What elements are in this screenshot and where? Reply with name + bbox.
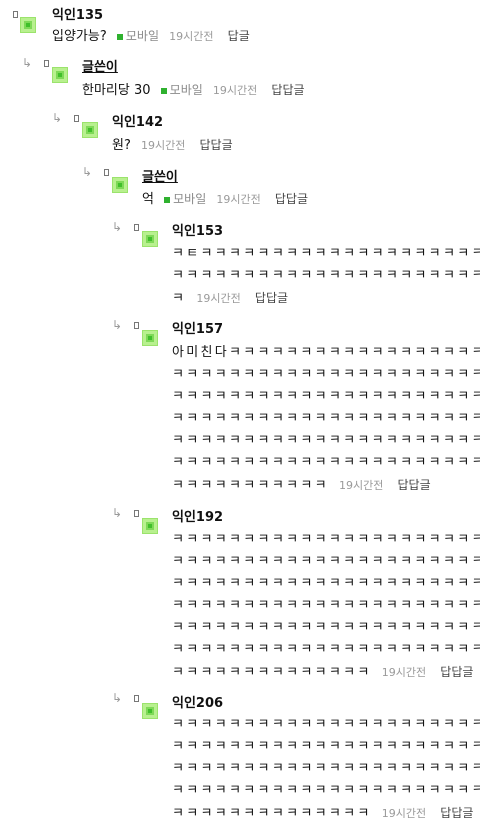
- reply-arrow-icon: ↳: [52, 111, 63, 125]
- comment-time: 19시간전: [212, 84, 258, 97]
- mobile-indicator-icon: [116, 33, 123, 40]
- mobile-label: 모바일: [125, 29, 160, 43]
- avatar: [142, 703, 158, 719]
- reply-button[interactable]: 답답글: [200, 138, 233, 152]
- comment-time: 19시간전: [216, 193, 261, 206]
- reply-button[interactable]: 답글: [228, 29, 250, 43]
- reply-button[interactable]: 답답글: [398, 478, 431, 492]
- comment-text: 한마리당 30: [82, 83, 151, 98]
- comment-text-line: ㅋㅋㅋㅋㅋㅋㅋㅋㅋㅋㅋㅋㅋㅋㅋㅋㅋㅋㅋㅋㅋㅋ: [172, 761, 480, 776]
- comment-body: ㅋㅌㅋㅋㅋㅋㅋㅋㅋㅋㅋㅋㅋㅋㅋㅋㅋㅋㅋㅋㅋㅋ ㅋㅋㅋㅋㅋㅋㅋㅋㅋㅋㅋㅋㅋㅋㅋㅋㅋ…: [172, 243, 480, 309]
- comment-time: 19시간전: [339, 479, 384, 492]
- report-checkbox[interactable]: [134, 510, 139, 517]
- comment-text-line: ㅋㅋㅋㅋㅋㅋㅋㅋㅋㅋㅋㅋㅋㅋㅋㅋㅋㅋㅋㅋㅋㅋ: [172, 268, 480, 283]
- comment-time: 19시간전: [196, 292, 241, 305]
- reply-button[interactable]: 답답글: [440, 665, 473, 679]
- comment-body: ㅋㅋㅋㅋㅋㅋㅋㅋㅋㅋㅋㅋㅋㅋㅋㅋㅋㅋㅋㅋㅋㅋ ㅋㅋㅋㅋㅋㅋㅋㅋㅋㅋㅋㅋㅋㅋㅋㅋㅋ…: [172, 529, 480, 683]
- comment-text-line: ㅋㅋㅋㅋㅋㅋㅋㅋㅋㅋㅋㅋㅋㅋㅋㅋㅋㅋㅋㅋㅋㅋ: [172, 642, 480, 657]
- comment-text: 입양가능?: [52, 29, 107, 44]
- comment-text-line: ㅋ: [172, 291, 187, 306]
- comment-nickname[interactable]: 글쓴이: [142, 170, 178, 186]
- comment-text-line: ㅋㅋㅋㅋㅋㅋㅋㅋㅋㅋㅋㅋㅋㅋㅋㅋㅋㅋㅋㅋㅋㅋ: [172, 389, 480, 404]
- comment-nickname[interactable]: 익인192: [172, 510, 223, 526]
- comment-nickname[interactable]: 글쓴이: [82, 60, 118, 76]
- reply-button[interactable]: 답답글: [440, 806, 473, 820]
- reply-arrow-icon: ↳: [112, 691, 123, 705]
- comment-body: 아미친다ㅋㅋㅋㅋㅋㅋㅋㅋㅋㅋㅋㅋㅋㅋㅋㅋㅋㅋ ㅋㅋㅋㅋㅋㅋㅋㅋㅋㅋㅋㅋㅋㅋㅋㅋㅋ…: [172, 342, 480, 496]
- comment-nickname[interactable]: 익인142: [112, 115, 163, 131]
- comment-text: 억: [142, 192, 154, 207]
- mobile-indicator-icon: [160, 87, 167, 94]
- avatar: [142, 330, 158, 346]
- reply-arrow-icon: ↳: [82, 165, 93, 179]
- comment-text-line: ㅋㅋㅋㅋㅋㅋㅋㅋㅋㅋㅋㅋㅋㅋㅋㅋㅋㅋㅋㅋㅋㅋ: [172, 411, 480, 426]
- comment-text-line: ㅋㅋㅋㅋㅋㅋㅋㅋㅋㅋㅋㅋㅋㅋ: [172, 665, 372, 680]
- report-checkbox[interactable]: [44, 60, 49, 67]
- mobile-label: 모바일: [169, 83, 203, 97]
- reply-button[interactable]: 답답글: [271, 83, 304, 97]
- comment-text-line: ㅋㅋㅋㅋㅋㅋㅋㅋㅋㅋㅋㅋㅋㅋㅋㅋㅋㅋㅋㅋㅋㅋ: [172, 554, 480, 569]
- comment-body: 입양가능? 모바일 19시간전 답글: [52, 25, 472, 47]
- report-checkbox[interactable]: [134, 322, 139, 329]
- comment-nickname[interactable]: 익인153: [172, 224, 223, 240]
- comment-text-line: ㅋㅋㅋㅋㅋㅋㅋㅋㅋㅋㅋ: [172, 478, 329, 493]
- comment-body: 한마리당 30 모바일 19시간전 답답글: [82, 79, 472, 101]
- avatar: [52, 67, 68, 83]
- comment-text-line: 아미친다ㅋㅋㅋㅋㅋㅋㅋㅋㅋㅋㅋㅋㅋㅋㅋㅋㅋㅋ: [172, 345, 480, 360]
- comment-text-line: ㅋㅌㅋㅋㅋㅋㅋㅋㅋㅋㅋㅋㅋㅋㅋㅋㅋㅋㅋㅋㅋㅋ: [172, 246, 480, 261]
- comment-nickname[interactable]: 익인135: [52, 8, 103, 24]
- comment-text-line: ㅋㅋㅋㅋㅋㅋㅋㅋㅋㅋㅋㅋㅋㅋㅋㅋㅋㅋㅋㅋㅋㅋ: [172, 783, 480, 798]
- comment-time: 19시간전: [381, 807, 427, 820]
- comment-text-line: ㅋㅋㅋㅋㅋㅋㅋㅋㅋㅋㅋㅋㅋㅋㅋㅋㅋㅋㅋㅋㅋㅋ: [172, 739, 480, 754]
- reply-button[interactable]: 답답글: [255, 291, 288, 305]
- comment-text-line: ㅋㅋㅋㅋㅋㅋㅋㅋㅋㅋㅋㅋㅋㅋㅋㅋㅋㅋㅋㅋㅋㅋ: [172, 367, 480, 382]
- avatar: [20, 17, 36, 33]
- comment-nickname[interactable]: 익인206: [172, 696, 223, 712]
- comment-text-line: ㅋㅋㅋㅋㅋㅋㅋㅋㅋㅋㅋㅋㅋㅋㅋㅋㅋㅋㅋㅋㅋㅋ: [172, 532, 480, 547]
- comment-text: 원?: [112, 138, 131, 153]
- avatar: [82, 122, 98, 138]
- report-checkbox[interactable]: [134, 224, 139, 231]
- reply-arrow-icon: ↳: [22, 56, 33, 70]
- comment-time: 19시간전: [381, 666, 427, 679]
- mobile-label: 모바일: [173, 192, 207, 206]
- comment-text-line: ㅋㅋㅋㅋㅋㅋㅋㅋㅋㅋㅋㅋㅋㅋㅋㅋㅋㅋㅋㅋㅋㅋ: [172, 433, 480, 448]
- comment-nickname[interactable]: 익인157: [172, 322, 223, 338]
- avatar: [112, 177, 128, 193]
- comment-text-line: ㅋㅋㅋㅋㅋㅋㅋㅋㅋㅋㅋㅋㅋㅋㅋㅋㅋㅋㅋㅋㅋㅋ: [172, 598, 480, 613]
- comment-body: 원? 19시간전 답답글: [112, 134, 472, 156]
- comment-body: 억 모바일 19시간전 답답글: [142, 188, 472, 210]
- mobile-indicator-icon: [164, 196, 171, 203]
- report-checkbox[interactable]: [104, 169, 109, 176]
- comment-text-line: ㅋㅋㅋㅋㅋㅋㅋㅋㅋㅋㅋㅋㅋㅋ: [172, 806, 372, 821]
- reply-arrow-icon: ↳: [112, 318, 123, 332]
- reply-button[interactable]: 답답글: [275, 192, 308, 206]
- avatar: [142, 231, 158, 247]
- reply-arrow-icon: ↳: [112, 506, 123, 520]
- comment-body: ㅋㅋㅋㅋㅋㅋㅋㅋㅋㅋㅋㅋㅋㅋㅋㅋㅋㅋㅋㅋㅋㅋ ㅋㅋㅋㅋㅋㅋㅋㅋㅋㅋㅋㅋㅋㅋㅋㅋㅋ…: [172, 714, 480, 824]
- comment-time: 19시간전: [141, 139, 186, 152]
- comment-text-line: ㅋㅋㅋㅋㅋㅋㅋㅋㅋㅋㅋㅋㅋㅋㅋㅋㅋㅋㅋㅋㅋㅋ: [172, 717, 480, 732]
- report-checkbox[interactable]: [13, 11, 18, 18]
- reply-arrow-icon: ↳: [112, 220, 123, 234]
- comment-text-line: ㅋㅋㅋㅋㅋㅋㅋㅋㅋㅋㅋㅋㅋㅋㅋㅋㅋㅋㅋㅋㅋㅋ: [172, 576, 480, 591]
- comment-text-line: ㅋㅋㅋㅋㅋㅋㅋㅋㅋㅋㅋㅋㅋㅋㅋㅋㅋㅋㅋㅋㅋㅋ: [172, 620, 480, 635]
- comment-time: 19시간전: [169, 30, 214, 43]
- report-checkbox[interactable]: [74, 115, 79, 122]
- report-checkbox[interactable]: [134, 695, 139, 702]
- avatar: [142, 518, 158, 534]
- comment-thread: 익인135 입양가능? 모바일 19시간전 답글 ↳ 글쓴이 한마리당 30 모…: [0, 0, 480, 826]
- comment-text-line: ㅋㅋㅋㅋㅋㅋㅋㅋㅋㅋㅋㅋㅋㅋㅋㅋㅋㅋㅋㅋㅋㅋ: [172, 455, 480, 470]
